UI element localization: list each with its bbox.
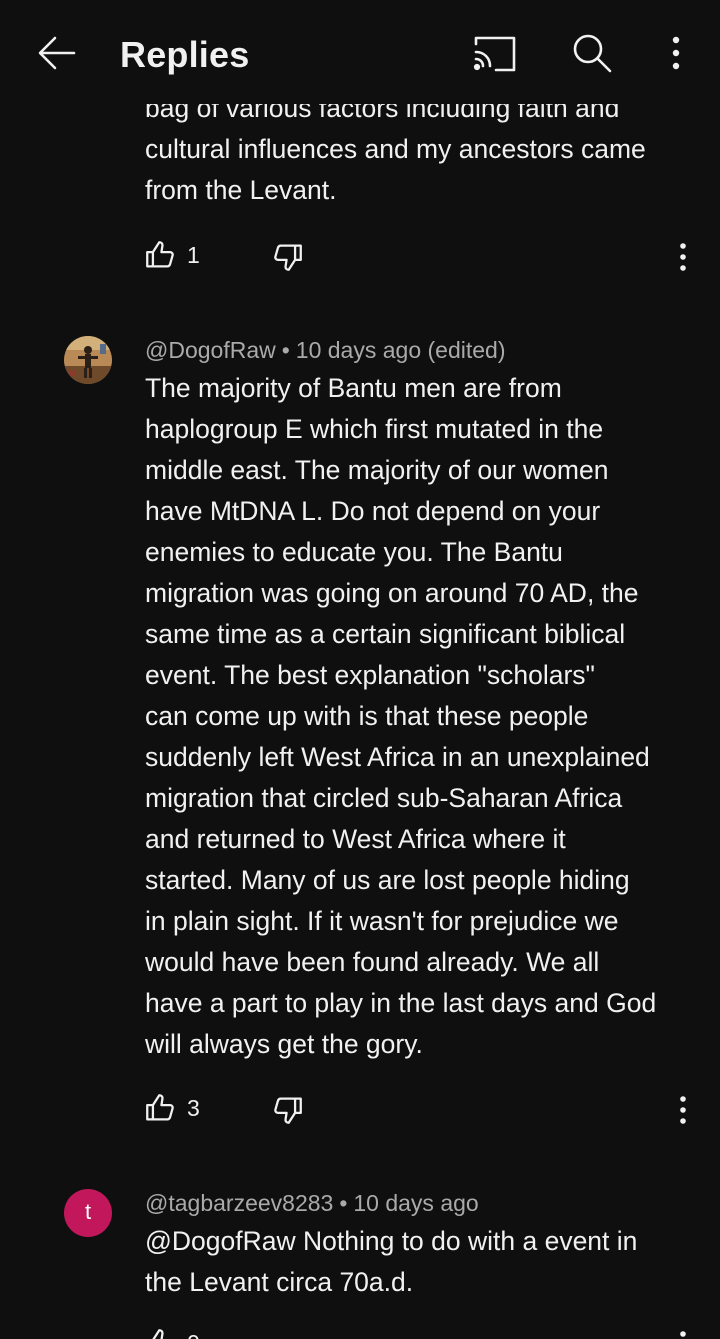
- like-count: 0: [187, 1330, 200, 1339]
- comment-time: 10 days ago: [353, 1190, 479, 1216]
- avatar-letter: t: [84, 1199, 92, 1224]
- like-button[interactable]: [143, 1091, 177, 1125]
- comment-time: 10 days ago (edited): [295, 337, 506, 363]
- meta-separator: •: [281, 337, 290, 363]
- cast-button[interactable]: [470, 32, 520, 76]
- comment-body: @DogofRaw Nothing to do with a event in …: [145, 1221, 705, 1303]
- thumbs-down-icon: [274, 244, 302, 271]
- comment-body: The majority of Bantu men are from haplo…: [145, 368, 705, 1065]
- comment-actions: 3: [0, 1091, 720, 1135]
- replies-page: bag of various factors including faith a…: [0, 0, 720, 1339]
- comment-line: started. Many of us are lost people hidi…: [145, 865, 630, 895]
- comment-line: from the Levant.: [145, 175, 337, 205]
- app-header: Replies: [0, 0, 720, 104]
- comment-line: migration was going on around 70 AD, the: [145, 578, 639, 608]
- comment-more-button[interactable]: [668, 238, 698, 276]
- comment-line: have MtDNA L. Do not depend on your: [145, 496, 601, 526]
- back-button[interactable]: [34, 30, 80, 76]
- thumbs-down-icon: [274, 1097, 302, 1124]
- comment-line: middle east. The majority of our women: [145, 455, 609, 485]
- comment-line: enemies to educate you. The Bantu: [145, 537, 563, 567]
- comment-line: event. The best explanation "scholars": [145, 660, 595, 690]
- dislike-button[interactable]: [271, 240, 305, 274]
- comment-line: haplogroup E which first mutated in the: [145, 414, 604, 444]
- avatar[interactable]: t: [64, 1189, 112, 1237]
- like-button[interactable]: [143, 238, 177, 272]
- comment-author[interactable]: @DogofRaw: [145, 337, 276, 363]
- comment-line: suddenly left West Africa in an unexplai…: [145, 742, 650, 772]
- comment-meta: @DogofRaw • 10 days ago (edited): [145, 337, 506, 364]
- avatar-figure-image: [64, 336, 112, 384]
- comment-more-button[interactable]: [668, 1326, 698, 1339]
- comment-line: The majority of Bantu men are from: [145, 373, 562, 403]
- comment-actions: 0: [0, 1326, 720, 1339]
- more-vert-icon: [680, 1096, 686, 1124]
- meta-separator: •: [339, 1190, 348, 1216]
- cast-icon: [473, 36, 516, 72]
- page-title: Replies: [120, 34, 250, 75]
- like-button[interactable]: [143, 1326, 177, 1339]
- thumbs-up-icon: [146, 1094, 174, 1121]
- comment-line: the Levant circa 70a.d.: [145, 1267, 414, 1297]
- comment-line: have a part to play in the last days and…: [145, 988, 657, 1018]
- arrow-left-icon: [38, 36, 76, 70]
- more-vert-icon: [672, 36, 680, 70]
- comment-author[interactable]: @tagbarzeev8283: [145, 1190, 333, 1216]
- comment-actions: 1: [0, 238, 720, 282]
- comment-meta: @tagbarzeev8283 • 10 days ago: [145, 1190, 479, 1217]
- comment-line: will always get the gory.: [145, 1029, 423, 1059]
- comment-more-button[interactable]: [668, 1091, 698, 1129]
- thumbs-up-icon: [152, 1329, 164, 1339]
- thumbs-up-icon: [146, 241, 174, 268]
- comment-line: can come up with is that these people: [145, 701, 589, 731]
- comment-line: in plain sight. If it wasn't for prejudi…: [145, 906, 619, 936]
- comment-line: cultural influences and my ancestors cam…: [145, 134, 646, 164]
- comment-line: migration that circled sub-Saharan Afric…: [145, 783, 623, 813]
- more-vert-icon: [680, 243, 686, 271]
- search-icon: [573, 34, 612, 73]
- comment-body: bag of various factors including faith a…: [145, 88, 705, 211]
- more-options-button[interactable]: [660, 30, 692, 78]
- search-button[interactable]: [568, 30, 616, 78]
- comment-line: and returned to West Africa where it: [145, 824, 566, 854]
- like-count: 3: [187, 1095, 200, 1121]
- comment-line: same time as a certain significant bibli…: [145, 619, 626, 649]
- comment-line: would have been found already. We all: [145, 947, 600, 977]
- more-vert-icon: [680, 1331, 686, 1337]
- dislike-button[interactable]: [271, 1093, 305, 1127]
- avatar[interactable]: [64, 336, 112, 384]
- like-count: 1: [187, 242, 200, 268]
- comment-line: @DogofRaw Nothing to do with a event in: [145, 1226, 638, 1256]
